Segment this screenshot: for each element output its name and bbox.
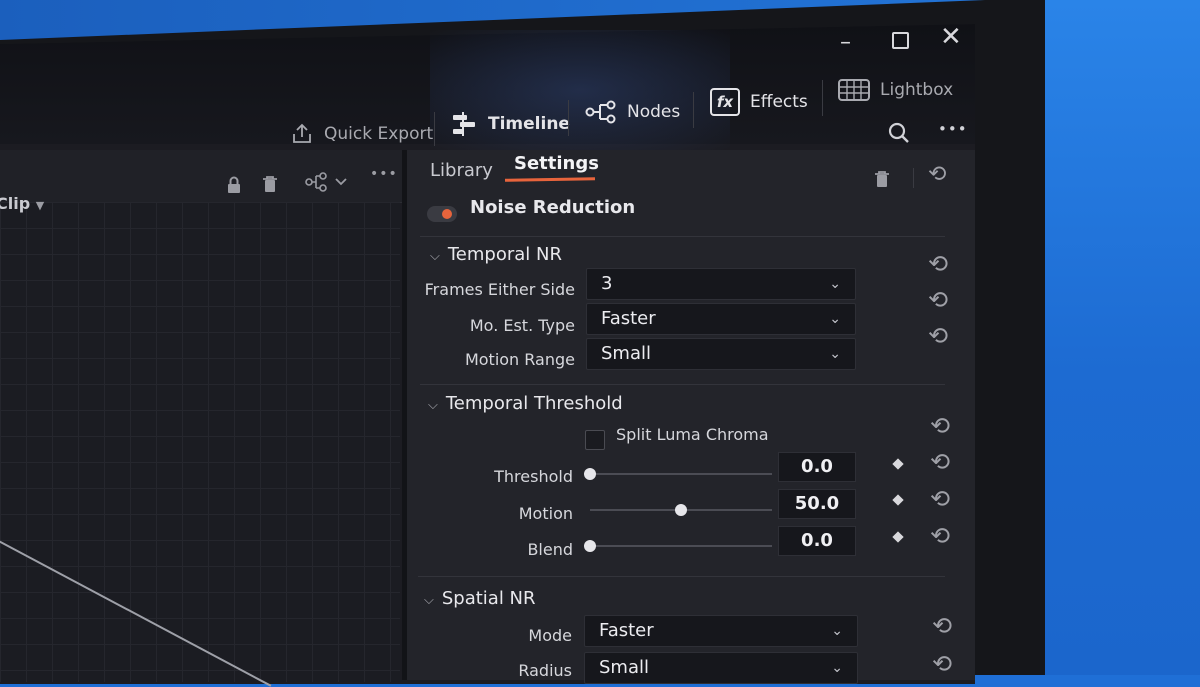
reset-radius-icon[interactable]: ⟲: [932, 650, 952, 678]
threshold-label: Threshold: [494, 467, 573, 486]
threshold-value[interactable]: 0.0: [778, 452, 856, 482]
node-view-icon[interactable]: [305, 172, 349, 197]
minimize-button[interactable]: –: [840, 30, 851, 55]
trash-icon[interactable]: [262, 175, 278, 198]
blend-value[interactable]: 0.0: [778, 526, 856, 556]
chevron-down-icon: ⌄: [831, 660, 843, 676]
chevron-down-icon: ⌄: [831, 623, 843, 639]
timeline-icon: [453, 112, 475, 136]
split-luma-chroma-checkbox[interactable]: [585, 430, 605, 450]
mode-dropdown[interactable]: Faster ⌄: [584, 615, 858, 647]
blend-label: Blend: [527, 540, 573, 559]
header-separator: [913, 168, 914, 188]
nodes-icon: [585, 100, 616, 124]
temporal-nr-header[interactable]: ⌵ Temporal NR: [430, 244, 562, 265]
lock-icon[interactable]: [226, 176, 242, 199]
blend-slider-knob[interactable]: [584, 540, 596, 552]
close-button[interactable]: ✕: [940, 22, 962, 52]
effect-title: Noise Reduction: [470, 197, 636, 218]
effect-enable-toggle[interactable]: [427, 206, 457, 222]
nodes-label: Nodes: [627, 102, 681, 122]
tab-library[interactable]: Library: [430, 160, 493, 181]
toolbar-separator: [693, 92, 694, 128]
threshold-slider-track[interactable]: [590, 473, 772, 475]
mo-est-type-value: Faster: [601, 308, 656, 329]
reset-temporal-threshold-icon[interactable]: ⟲: [930, 412, 950, 440]
more-menu-icon[interactable]: •••: [938, 120, 968, 138]
frames-either-side-value: 3: [601, 273, 613, 294]
frames-either-side-dropdown[interactable]: 3 ⌄: [586, 268, 856, 300]
spatial-nr-title: Spatial NR: [441, 588, 536, 609]
motion-label: Motion: [518, 504, 573, 523]
mo-est-type-dropdown[interactable]: Faster ⌄: [586, 303, 856, 335]
timeline-button[interactable]: Timeline: [450, 111, 570, 137]
chevron-down-icon: ⌄: [829, 276, 841, 292]
lightbox-label: Lightbox: [880, 80, 954, 100]
effects-label: Effects: [750, 92, 808, 112]
chevron-down-icon: ▼: [35, 199, 45, 212]
reset-mode-icon[interactable]: ⟲: [932, 612, 952, 640]
chevron-down-icon: ⌄: [829, 311, 841, 327]
section-divider: [420, 236, 945, 237]
spatial-nr-header[interactable]: ⌵ Spatial NR: [424, 588, 536, 609]
split-luma-chroma-label: Split Luma Chroma: [616, 425, 769, 444]
motion-range-value: Small: [601, 343, 651, 364]
reset-split-icon[interactable]: ⟲: [930, 448, 950, 476]
chevron-down-icon: ⌵: [424, 593, 434, 608]
motion-range-dropdown[interactable]: Small ⌄: [586, 338, 856, 370]
motion-range-label: Motion Range: [464, 350, 575, 369]
timeline-label: Timeline: [488, 114, 570, 134]
clip-selector[interactable]: Clip ▼: [0, 194, 44, 213]
chevron-down-icon: ⌵: [428, 398, 438, 413]
quick-export-label: Quick Export: [324, 124, 434, 144]
lightbox-icon: [838, 79, 870, 101]
lightbox-button[interactable]: Lightbox: [838, 78, 953, 102]
radius-dropdown[interactable]: Small ⌄: [584, 652, 858, 684]
toolbar-separator: [822, 80, 823, 116]
reset-motion-icon[interactable]: ⟲: [930, 522, 950, 550]
viewer-canvas[interactable]: [0, 202, 400, 682]
quick-export-button[interactable]: Quick Export: [290, 122, 433, 146]
nodes-button[interactable]: Nodes: [585, 100, 680, 124]
temporal-threshold-title: Temporal Threshold: [445, 393, 623, 414]
reset-all-icon[interactable]: ⟲: [928, 162, 946, 187]
temporal-nr-title: Temporal NR: [447, 244, 562, 265]
delete-effect-icon[interactable]: [874, 170, 890, 193]
reset-threshold-icon[interactable]: ⟲: [930, 485, 950, 513]
mode-label: Mode: [528, 626, 572, 645]
export-icon: [293, 123, 311, 143]
mo-est-type-label: Mo. Est. Type: [469, 316, 575, 335]
toolbar-separator: [568, 100, 569, 136]
section-divider: [418, 576, 945, 577]
motion-slider-knob[interactable]: [675, 504, 687, 516]
frames-either-side-label: Frames Either Side: [424, 280, 575, 299]
radius-label: Radius: [518, 661, 572, 680]
chevron-down-icon: ⌵: [430, 249, 440, 264]
blend-slider-track[interactable]: [590, 545, 772, 547]
effects-icon: fx: [710, 88, 740, 116]
maximize-button[interactable]: [892, 32, 909, 49]
threshold-slider-knob[interactable]: [584, 468, 596, 480]
more-options-icon[interactable]: •••: [370, 166, 398, 182]
search-icon[interactable]: [888, 122, 910, 149]
reset-mo-est-icon[interactable]: ⟲: [928, 322, 948, 350]
clip-label: Clip: [0, 194, 31, 213]
reset-frames-icon[interactable]: ⟲: [928, 286, 948, 314]
toolbar-separator: [434, 112, 435, 146]
effects-button[interactable]: fx Effects: [710, 88, 808, 116]
temporal-threshold-header[interactable]: ⌵ Temporal Threshold: [428, 393, 623, 414]
section-divider: [420, 384, 945, 385]
reset-temporal-nr-icon[interactable]: ⟲: [928, 250, 948, 278]
tab-settings[interactable]: Settings: [514, 153, 599, 174]
chevron-down-icon: ⌄: [829, 346, 841, 362]
mode-value: Faster: [599, 620, 654, 641]
motion-value[interactable]: 50.0: [778, 489, 856, 519]
